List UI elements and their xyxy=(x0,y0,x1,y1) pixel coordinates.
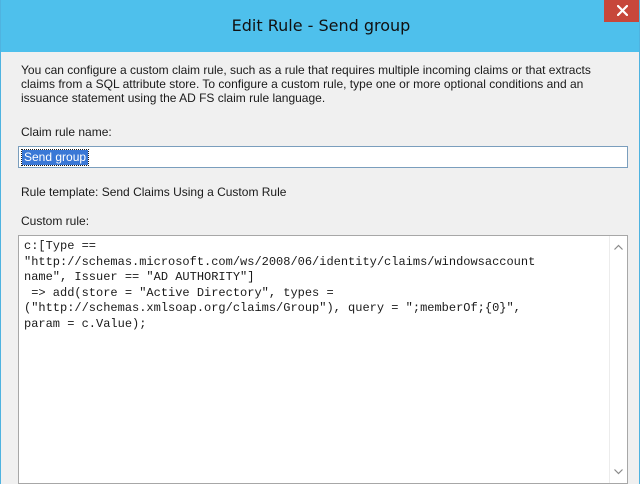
rule-template-text: Rule template: Send Claims Using a Custo… xyxy=(21,185,287,199)
description-text: You can configure a custom claim rule, s… xyxy=(21,63,591,105)
rule-line: => add(store = "Active Directory", types… xyxy=(24,285,334,300)
rule-line: c:[Type == xyxy=(24,239,97,253)
edit-rule-dialog: Edit Rule - Send group You can configure… xyxy=(0,0,640,484)
rule-line: name", Issuer == "AD AUTHORITY"] xyxy=(24,270,255,284)
rule-line: param = c.Value); xyxy=(24,316,147,331)
dialog-content: You can configure a custom claim rule, s… xyxy=(1,52,639,484)
window-title: Edit Rule - Send group xyxy=(231,16,411,35)
vertical-scrollbar[interactable] xyxy=(609,236,627,483)
close-button[interactable] xyxy=(604,0,639,22)
custom-rule-textarea[interactable]: c:[Type == "http://schemas.microsoft.com… xyxy=(18,235,628,484)
custom-rule-text: c:[Type == "http://schemas.microsoft.com… xyxy=(24,239,604,332)
title-bar[interactable]: Edit Rule - Send group xyxy=(1,0,639,52)
scroll-down-button[interactable] xyxy=(612,465,625,479)
scroll-up-button[interactable] xyxy=(612,240,625,254)
rule-line: ("http://schemas.xmlsoap.org/claims/Grou… xyxy=(24,301,521,315)
rule-line: "http://schemas.microsoft.com/ws/2008/06… xyxy=(24,254,536,269)
claim-rule-name-value: Send group xyxy=(20,149,90,166)
custom-rule-label: Custom rule: xyxy=(21,214,90,228)
claim-rule-name-label: Claim rule name: xyxy=(21,125,112,139)
claim-rule-name-input[interactable]: Send group xyxy=(18,146,628,168)
